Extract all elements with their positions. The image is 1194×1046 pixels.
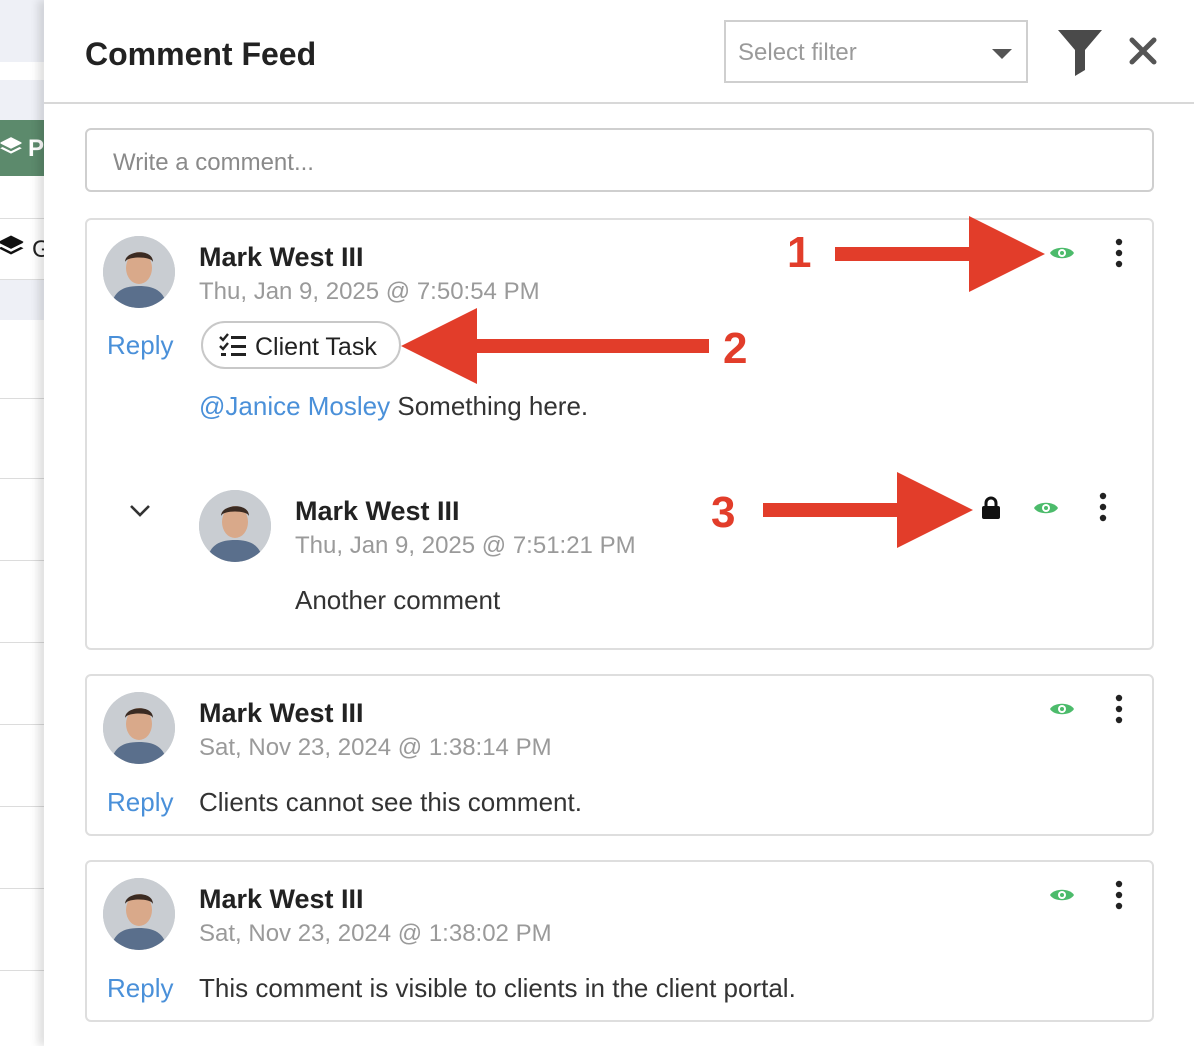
layers-icon: [0, 137, 22, 154]
more-vert-icon[interactable]: [1097, 492, 1109, 522]
avatar-image: [103, 878, 175, 950]
chevron-down-icon[interactable]: [129, 504, 151, 518]
divider: [0, 806, 48, 807]
comment-input[interactable]: Write a comment...: [85, 128, 1154, 192]
comment-author: Mark West III: [199, 242, 364, 272]
reply-author: Mark West III: [295, 496, 460, 526]
avatar-image: [103, 692, 175, 764]
divider: [0, 398, 48, 399]
comment-feed-panel: Comment Feed Select filter Write a comme…: [44, 0, 1194, 1046]
background-app-strip: P G: [0, 0, 51, 1046]
avatar: [103, 236, 175, 308]
avatar: [103, 878, 175, 950]
avatar-image: [103, 236, 175, 308]
more-vert-icon[interactable]: [1113, 694, 1125, 724]
layers-icon: [0, 235, 24, 255]
filter-select[interactable]: Select filter: [724, 20, 1028, 83]
comment-body: @Janice Mosley Something here.: [199, 391, 588, 422]
divider: [0, 724, 48, 725]
background-secondary-button[interactable]: G: [0, 218, 51, 280]
background-band: [0, 280, 48, 320]
divider: [0, 970, 48, 971]
comment-author: Mark West III: [199, 884, 364, 914]
reply-link[interactable]: Reply: [107, 787, 173, 818]
divider: [0, 560, 48, 561]
reply-body: Another comment: [295, 585, 501, 615]
client-task-label: Client Task: [255, 333, 377, 361]
eye-icon[interactable]: [1033, 499, 1059, 517]
filter-placeholder: Select filter: [738, 39, 857, 66]
funnel-icon[interactable]: [1056, 28, 1104, 78]
comment-card: Mark West III Sat, Nov 23, 2024 @ 1:38:0…: [85, 860, 1154, 1022]
comment-date: Sat, Nov 23, 2024 @ 1:38:02 PM: [199, 920, 552, 947]
avatar-image: [199, 490, 271, 562]
comment-date: Sat, Nov 23, 2024 @ 1:38:14 PM: [199, 734, 552, 761]
panel-header: Comment Feed Select filter: [44, 0, 1194, 104]
comment-card: Mark West III Sat, Nov 23, 2024 @ 1:38:1…: [85, 674, 1154, 836]
chevron-down-icon: [992, 49, 1012, 59]
background-green-label: P: [28, 135, 45, 162]
divider: [0, 642, 48, 643]
more-vert-icon[interactable]: [1113, 238, 1125, 268]
annotation-number: 3: [711, 488, 736, 537]
reply-date: Thu, Jan 9, 2025 @ 7:51:21 PM: [295, 532, 636, 559]
comment-author: Mark West III: [199, 698, 364, 728]
eye-icon[interactable]: [1049, 700, 1075, 718]
background-band: [0, 0, 48, 62]
avatar: [103, 692, 175, 764]
comment-input-placeholder: Write a comment...: [113, 149, 314, 176]
page-title: Comment Feed: [85, 36, 317, 72]
eye-icon[interactable]: [1049, 244, 1075, 262]
comment-card: Mark West III Thu, Jan 9, 2025 @ 7:50:54…: [85, 216, 1154, 650]
lock-icon[interactable]: [980, 496, 1002, 520]
background-green-button[interactable]: P: [0, 120, 48, 176]
checklist-icon: [219, 333, 246, 356]
close-icon[interactable]: [1128, 36, 1158, 66]
annotation-arrow: [401, 308, 709, 384]
eye-icon[interactable]: [1049, 886, 1075, 904]
more-vert-icon[interactable]: [1113, 880, 1125, 910]
annotation-number: 1: [787, 228, 812, 277]
comment-text: Something here.: [390, 391, 589, 421]
avatar: [199, 490, 271, 562]
annotation-arrow: [763, 472, 973, 548]
comment-body: Clients cannot see this comment.: [199, 787, 582, 817]
comment-date: Thu, Jan 9, 2025 @ 7:50:54 PM: [199, 278, 540, 305]
annotation-number: 2: [723, 324, 748, 373]
reply-link[interactable]: Reply: [107, 973, 173, 1004]
mention-link[interactable]: @Janice Mosley: [199, 391, 390, 421]
divider: [0, 888, 48, 889]
comment-body: This comment is visible to clients in th…: [199, 973, 796, 1003]
annotation-arrow: [835, 216, 1045, 292]
client-task-badge[interactable]: Client Task: [201, 321, 401, 369]
reply-link[interactable]: Reply: [107, 330, 173, 361]
divider: [0, 478, 48, 479]
background-band: [0, 80, 48, 120]
